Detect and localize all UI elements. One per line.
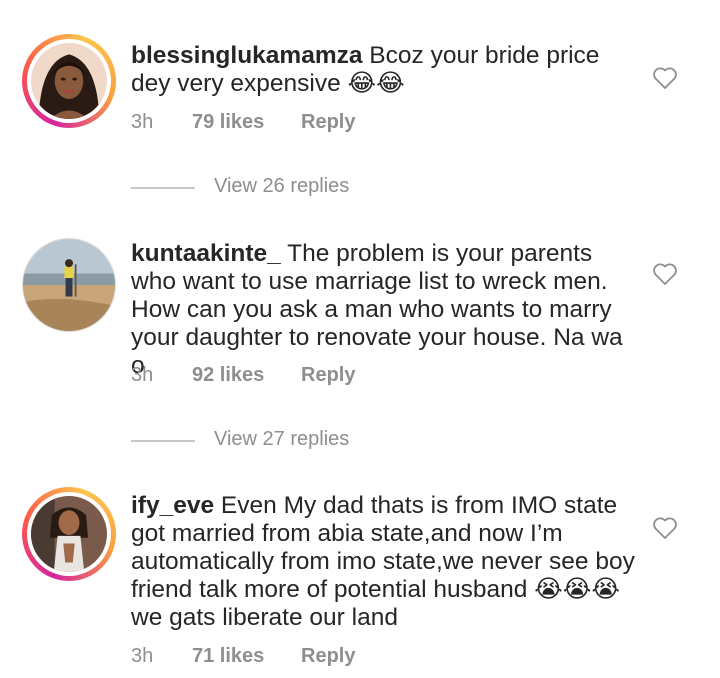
reply-button[interactable]: Reply [301, 645, 355, 668]
reply-button[interactable]: Reply [301, 111, 355, 134]
timestamp: 3h [131, 364, 154, 386]
username[interactable]: ify_eve [131, 492, 214, 519]
username[interactable]: kuntaakinte_ [131, 240, 281, 267]
comment-text: ify_eve Even My dad thats is from IMO st… [131, 492, 641, 632]
likes-count[interactable]: 71 likes [192, 645, 264, 668]
timestamp: 3h [131, 111, 154, 133]
heart-icon[interactable] [652, 262, 678, 286]
likes-count[interactable]: 79 likes [192, 111, 264, 134]
reply-button[interactable]: Reply [301, 364, 355, 387]
avatar[interactable] [22, 487, 116, 581]
likes-count[interactable]: 92 likes [192, 364, 264, 387]
avatar[interactable] [22, 34, 116, 128]
divider-line [131, 440, 195, 442]
view-replies-label: View 27 replies [214, 428, 350, 450]
heart-icon[interactable] [652, 516, 678, 540]
avatar-image [31, 496, 107, 572]
timestamp: 3h [131, 645, 154, 667]
heart-icon[interactable] [652, 66, 678, 90]
avatar-ring [23, 239, 115, 331]
username[interactable]: blessinglukamamza [131, 42, 362, 69]
comment-text: blessinglukamamza Bcoz your bride price … [131, 42, 641, 98]
avatar[interactable] [22, 238, 116, 332]
avatar-image [31, 43, 107, 119]
view-replies-label: View 26 replies [214, 175, 350, 197]
divider-line [131, 187, 195, 189]
avatar-ring [27, 492, 111, 576]
avatar-image [23, 239, 115, 331]
avatar-ring [27, 39, 111, 123]
comment-text: kuntaakinte_ The problem is your parents… [131, 240, 641, 380]
